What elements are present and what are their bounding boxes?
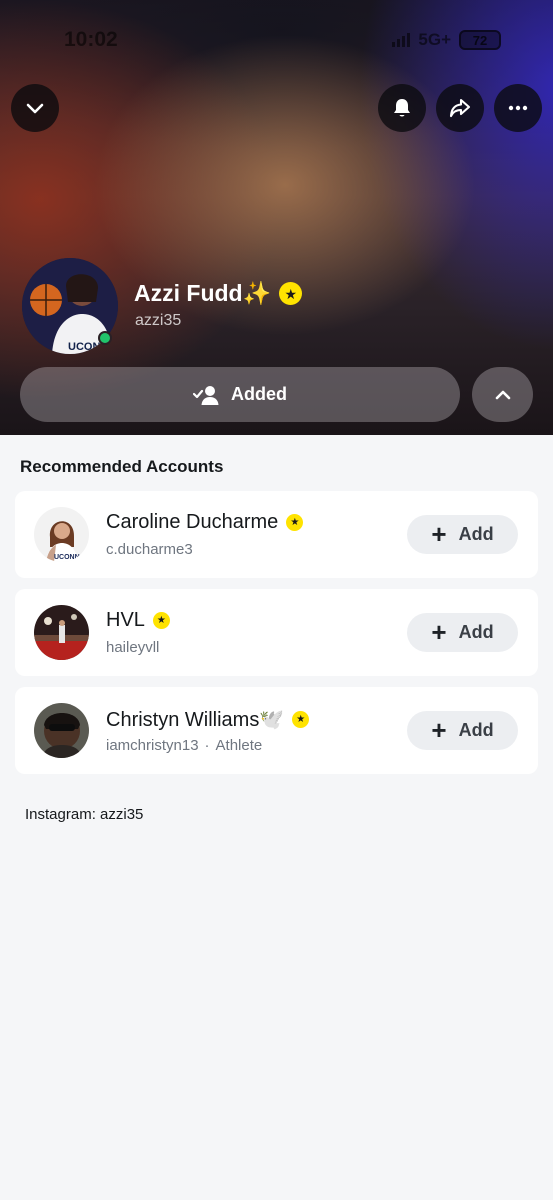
notifications-button[interactable] [378,84,426,132]
profile-header: 10:02 5G+ 72 UCONN Azzi Fudd✨ ★ azzi35 A… [0,0,553,435]
add-friend-button[interactable]: + Add [407,613,518,652]
bell-icon [394,99,410,117]
add-label: Add [458,720,494,740]
bio-text: Instagram: azzi35 [25,806,144,823]
chevron-up-icon [495,390,510,399]
account-photo-icon: UCONN [34,507,89,562]
profile-name-text: Azzi Fudd✨ [134,280,272,306]
account-avatar[interactable]: UCONN [34,507,89,562]
account-name: Christyn Williams🕊️ ★ [106,707,310,732]
add-friend-button[interactable]: + Add [407,711,518,750]
separator-dot: · [204,737,210,754]
add-friend-button[interactable]: + Add [407,515,518,554]
recommended-card[interactable]: UCONN Caroline Ducharme ★ c.ducharme3 + … [15,491,538,578]
online-indicator [98,331,112,345]
status-time: 10:02 [64,28,118,51]
expand-collapse-button[interactable] [472,367,533,422]
profile-name: Azzi Fudd✨ ★ [134,280,303,307]
more-dots-icon [508,105,528,111]
account-subtitle: haileyvll [106,639,159,656]
verified-star-icon: ★ [279,282,303,305]
battery-level: 72 [472,32,488,48]
status-indicators: 5G+ 72 [392,30,501,50]
add-label: Add [458,524,494,544]
svg-text:UCONN: UCONN [54,554,80,561]
account-photo-icon [34,703,89,758]
more-options-button[interactable] [494,84,542,132]
recommended-card[interactable]: Christyn Williams🕊️ ★ iamchristyn13 · At… [15,687,538,774]
account-username: haileyvll [106,639,160,656]
profile-screen: 10:02 5G+ 72 UCONN Azzi Fudd✨ ★ azzi35 A… [0,0,553,1200]
account-name-text: Christyn Williams🕊️ [106,709,285,731]
account-subtitle: iamchristyn13 · Athlete [106,737,262,754]
status-bar: 10:02 5G+ 72 [0,28,553,54]
verified-star-icon: ★ [286,514,304,531]
plus-icon: + [431,518,447,549]
account-name: Caroline Ducharme ★ [106,511,304,534]
added-friend-button[interactable]: Added [20,367,460,422]
chevron-down-icon [26,103,44,114]
account-name-text: Caroline Ducharme [106,511,279,533]
account-username: iamchristyn13 [106,737,199,754]
verified-star-icon: ★ [292,711,310,728]
account-photo-icon [34,605,89,660]
network-label: 5G+ [418,30,451,49]
collapse-button[interactable] [11,84,59,132]
signal-icon [392,33,411,47]
plus-icon: + [431,616,447,647]
recommended-card[interactable]: HVL ★ haileyvll + Add [15,589,538,676]
section-title: Recommended Accounts [20,457,224,476]
account-category: Athlete [215,737,263,754]
added-label: Added [231,384,287,404]
account-name-text: HVL [106,609,145,631]
account-username: c.ducharme3 [106,541,193,558]
profile-handle: azzi35 [135,312,182,329]
account-subtitle: c.ducharme3 [106,541,193,558]
friend-added-icon [193,385,219,405]
verified-star-icon: ★ [152,612,170,629]
share-button[interactable] [436,84,484,132]
account-name: HVL ★ [106,609,170,632]
add-label: Add [458,622,494,642]
share-arrow-icon [449,98,471,118]
account-avatar[interactable] [34,703,89,758]
plus-icon: + [431,714,447,745]
account-avatar[interactable] [34,605,89,660]
battery-icon: 72 [459,30,501,50]
